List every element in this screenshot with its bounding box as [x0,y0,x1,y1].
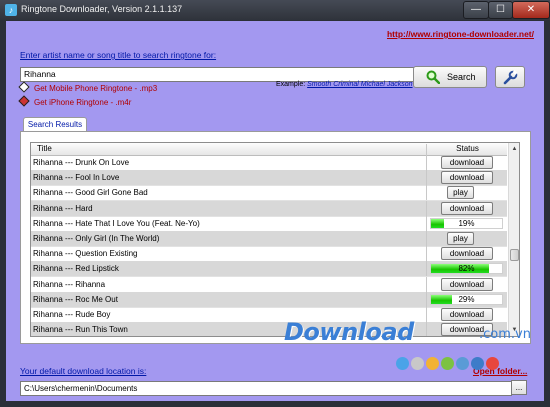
row-title: Rihanna --- Hate That I Love You (Feat. … [33,218,200,228]
watermark-dot [471,357,484,370]
search-icon [426,70,440,84]
search-results-panel: Title Status Rihanna --- Drunk On Love do… [20,131,531,344]
browse-button[interactable]: ... [511,380,527,395]
download-button[interactable]: download [441,201,493,215]
app-window: ♪ Ringtone Downloader, Version 2.1.1.137… [0,0,550,407]
website-link[interactable]: http://www.ringtone-downloader.net/ [387,29,534,39]
row-title: Rihanna --- Rude Boy [33,310,111,319]
download-button[interactable]: download [441,156,493,169]
table-row[interactable]: Rihanna --- Question Existing download [31,246,508,263]
row-title: Rihanna --- Hard [33,203,93,213]
progress-percent: 29% [458,294,475,304]
main-panel: http://www.ringtone-downloader.net/ Ente… [6,21,544,401]
table-row[interactable]: Rihanna --- Hard download [31,200,508,217]
row-title: Rihanna --- Question Existing [33,249,138,259]
search-prompt-label: Enter artist name or song title to searc… [20,50,217,60]
settings-button[interactable] [495,66,525,88]
row-status: 19% [426,215,508,231]
column-header-status[interactable]: Status [426,144,508,155]
play-button[interactable]: play [447,186,474,200]
scrollbar-thumb[interactable] [510,249,519,261]
table-row[interactable]: Rihanna --- Drunk On Love download [31,155,507,171]
watermark-dot [456,357,469,370]
results-table: Title Status Rihanna --- Drunk On Love do… [30,142,520,337]
table-row[interactable]: Rihanna --- Roc Me Out 29% [31,291,508,308]
row-status: download [426,200,508,216]
example-prefix: Example: [276,81,308,88]
close-button[interactable]: ✕ [512,1,550,19]
download-button[interactable]: download [441,277,493,291]
mobile-link-label: Get Mobile Phone Ringtone - .mp3 [34,84,158,93]
watermark-logo: Download .com.vn [284,318,531,378]
table-row[interactable]: Rihanna --- Hate That I Love You (Feat. … [31,215,508,232]
app-icon: ♪ [5,4,17,16]
table-row[interactable]: Rihanna --- Only Girl (In The World) play [31,231,507,247]
row-title: Rihanna --- Rihanna [33,279,106,289]
row-status: download [426,246,508,262]
row-title: Rihanna --- Drunk On Love [33,158,130,167]
tab-search-results[interactable]: Search Results [23,117,87,132]
watermark-tld: .com.vn [479,327,531,342]
search-button[interactable]: Search [413,66,487,88]
row-title: Rihanna --- Good Girl Gone Bad [33,188,148,198]
watermark-dot [441,357,454,370]
row-title: Rihanna --- Red Lipstick [33,264,119,274]
get-iphone-ringtone-link[interactable]: Get iPhone Ringtone - .m4r [18,95,132,107]
download-button[interactable]: download [441,247,493,261]
row-status: download [426,170,508,186]
download-progress-bar: 29% [430,293,503,305]
row-status: play [426,185,508,201]
get-mobile-ringtone-link[interactable]: Get Mobile Phone Ringtone - .mp3 [18,81,158,93]
download-button[interactable]: download [441,171,493,185]
watermark-text: Download [284,318,414,346]
row-status: 29% [426,291,508,307]
row-title: Rihanna --- Only Girl (In The World) [33,234,160,243]
minimize-button[interactable]: — [463,1,489,19]
watermark-dot [396,357,409,370]
watermark-dot [411,357,424,370]
table-row[interactable]: Rihanna --- Good Girl Gone Bad play [31,185,508,202]
row-title: Rihanna --- Roc Me Out [33,294,118,304]
progress-percent: 19% [458,218,475,228]
play-button[interactable]: play [447,232,474,245]
row-status: download [426,155,508,170]
title-bar[interactable]: ♪ Ringtone Downloader, Version 2.1.1.137… [0,0,550,20]
watermark-dot [486,357,499,370]
radio-diamond-icon [18,95,30,107]
example-link[interactable]: Smooth Criminal Michael Jackson [307,81,412,88]
radio-diamond-icon [18,81,30,93]
vertical-scrollbar[interactable]: ▲ ▼ [508,143,519,336]
search-input[interactable] [20,67,415,82]
window-title: Ringtone Downloader, Version 2.1.1.137 [21,4,183,14]
maximize-button[interactable]: ☐ [488,1,513,19]
search-button-label: Search [447,72,476,82]
download-location-label: Your default download location is: [20,366,147,376]
iphone-link-label: Get iPhone Ringtone - .m4r [34,98,132,107]
row-status: 82% [426,261,508,277]
progress-percent: 82% [458,264,475,274]
row-title: Rihanna --- Run This Town [33,325,128,335]
row-status: download [426,276,508,292]
watermark-dot [426,357,439,370]
column-header-title[interactable]: Title [37,144,52,153]
wrench-icon [503,70,518,85]
table-row[interactable]: Rihanna --- Red Lipstick 82% [31,261,508,278]
table-row[interactable]: Rihanna --- Rihanna download [31,276,508,293]
table-row[interactable]: Rihanna --- Fool In Love download [31,170,508,187]
download-location-input[interactable] [20,381,512,396]
scroll-up-arrow-icon[interactable]: ▲ [510,144,519,154]
download-progress-bar: 19% [430,217,503,229]
row-title: Rihanna --- Fool In Love [33,173,120,183]
search-example: Example: Smooth Criminal Michael Jackson [276,81,413,88]
row-status: play [426,231,508,246]
download-progress-bar: 82% [430,263,503,275]
